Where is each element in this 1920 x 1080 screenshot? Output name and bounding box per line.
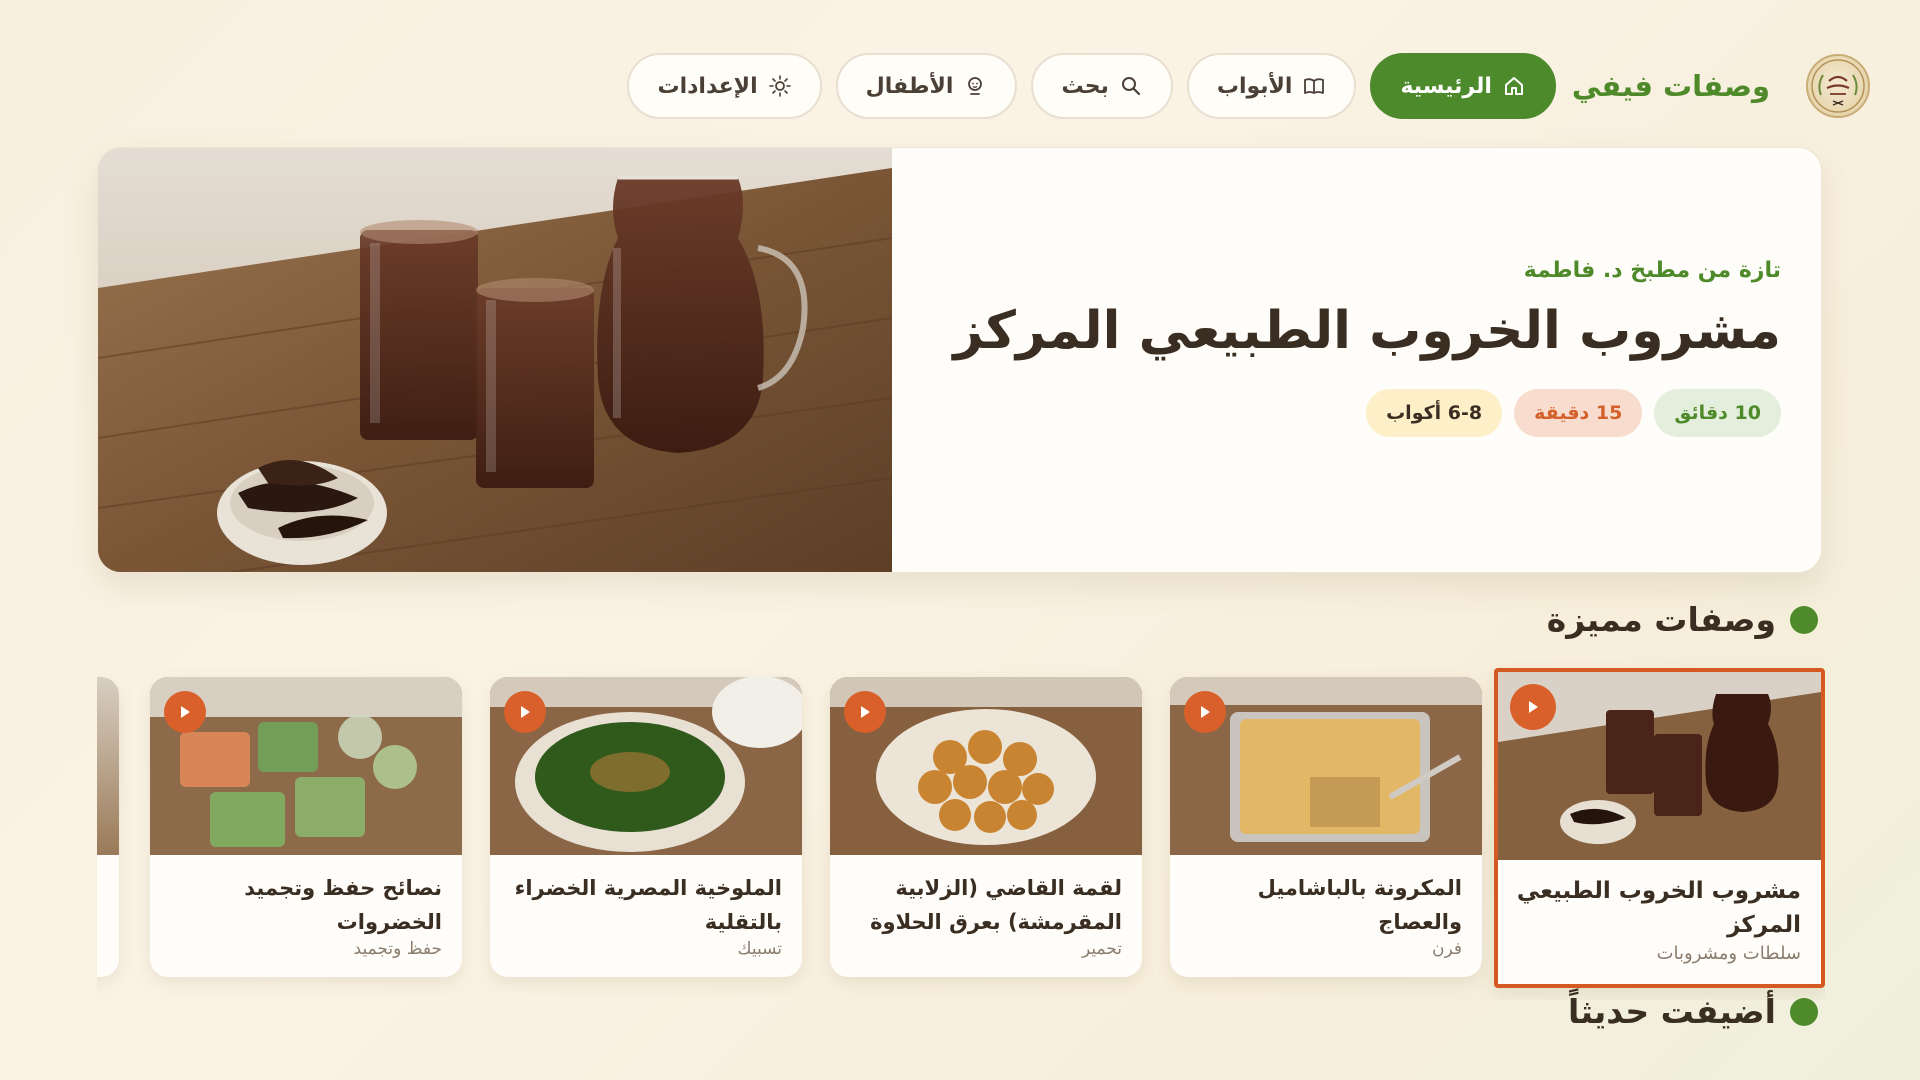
- recipe-card-category: حفظ وتجميد: [353, 939, 442, 959]
- hero-text-block: تازة من مطبخ د. فاطمة مشروب الخروب الطبي…: [953, 258, 1781, 437]
- nav-kids-button[interactable]: الأطفال: [835, 53, 1018, 119]
- sun-gear-icon: [768, 74, 792, 98]
- cook-time-chip: 15 دقيقة: [1514, 389, 1643, 437]
- recipe-card-thumbnail: [1498, 672, 1821, 860]
- play-video-button[interactable]: [1510, 684, 1556, 730]
- hero-meta-chips: 10 دقائق 15 دقيقة 6-8 أكواب: [953, 389, 1781, 437]
- prep-time-chip: 10 دقائق: [1654, 389, 1781, 437]
- recipe-card-title: لقمة القاضي (الزلابية المقرمشة) بعرق الح…: [870, 876, 1122, 934]
- hero-subtitle: تازة من مطبخ د. فاطمة: [1523, 258, 1781, 283]
- hero-featured-recipe[interactable]: تازة من مطبخ د. فاطمة مشروب الخروب الطبي…: [97, 147, 1822, 573]
- recipe-card-title: نصائح حفظ وتجميد الخضروات: [244, 876, 442, 934]
- recipe-card-selected[interactable]: مشروب الخروب الطبيعي المركز سلطات ومشروب…: [1494, 668, 1825, 988]
- recipe-card-thumbnail: [490, 677, 802, 855]
- recipe-card[interactable]: نصائح حفظ وتجميد الخضروات حفظ وتجميد: [150, 677, 462, 977]
- recipe-card-thumbnail: [97, 677, 119, 855]
- recipe-card-thumbnail: [1170, 677, 1482, 855]
- recent-section-heading: أضيفت حديثاً: [1568, 992, 1818, 1031]
- recipe-card-category: سلطات ومشروبات: [1656, 943, 1801, 964]
- nav-home-button[interactable]: الرئيسية: [1370, 53, 1556, 119]
- section-bullet-icon: [1790, 605, 1818, 634]
- recipe-card-category: فرن: [1432, 939, 1462, 959]
- hero-recipe-image: [98, 148, 892, 572]
- nav-home-label: الرئيسية: [1400, 73, 1492, 99]
- nav-settings-label: الإعدادات: [657, 73, 758, 99]
- nav-settings-button[interactable]: الإعدادات: [627, 53, 822, 119]
- recipe-card-thumbnail: [830, 677, 1142, 855]
- recipe-card-partial[interactable]: [97, 677, 119, 977]
- brand-name[interactable]: وصفات فيفي: [1572, 69, 1770, 103]
- brand-logo[interactable]: [1806, 54, 1870, 118]
- section-bullet-icon: [1790, 997, 1818, 1026]
- nav-sections-label: الأبواب: [1216, 73, 1293, 99]
- home-icon: [1502, 74, 1526, 98]
- recipe-card[interactable]: المكرونة بالباشاميل والعصاج فرن: [1170, 677, 1482, 977]
- play-icon: [521, 706, 530, 718]
- child-icon: [963, 74, 987, 98]
- recipe-card-thumbnail: [150, 677, 462, 855]
- featured-section-label: وصفات مميزة: [1546, 600, 1776, 639]
- featured-section-heading: وصفات مميزة: [1547, 600, 1818, 639]
- nav-kids-label: الأطفال: [865, 73, 954, 99]
- play-video-button[interactable]: [164, 691, 206, 733]
- recipe-card[interactable]: الملوخية المصرية الخضراء بالتقلية تسبيك: [490, 677, 802, 977]
- top-navigation: وصفات فيفي الرئيسية الأبواب بحث الأطفال …: [627, 52, 1870, 120]
- featured-recipes-carousel[interactable]: نصائح حفظ وتجميد الخضروات حفظ وتجميد الم…: [97, 660, 1825, 1000]
- servings-chip: 6-8 أكواب: [1366, 389, 1503, 437]
- play-icon: [1201, 706, 1210, 718]
- recipe-card-title: المكرونة بالباشاميل والعصاج: [1257, 876, 1462, 934]
- play-icon: [181, 706, 190, 718]
- recipe-card-category: تحمير: [1081, 939, 1122, 959]
- nav-search-label: بحث: [1061, 73, 1109, 99]
- search-icon: [1119, 74, 1143, 98]
- recipe-card-category: تسبيك: [737, 939, 782, 959]
- play-icon: [1529, 701, 1538, 713]
- book-icon: [1302, 74, 1326, 98]
- play-video-button[interactable]: [504, 691, 546, 733]
- play-video-button[interactable]: [844, 691, 886, 733]
- play-icon: [861, 706, 870, 718]
- play-video-button[interactable]: [1184, 691, 1226, 733]
- hero-title[interactable]: مشروب الخروب الطبيعي المركز: [953, 301, 1781, 361]
- fatma-seal-logo-icon: [1811, 59, 1865, 113]
- recipe-card[interactable]: لقمة القاضي (الزلابية المقرمشة) بعرق الح…: [830, 677, 1142, 977]
- recent-section-label: أضيفت حديثاً: [1568, 992, 1776, 1031]
- nav-search-button[interactable]: بحث: [1031, 53, 1173, 119]
- nav-sections-button[interactable]: الأبواب: [1186, 53, 1357, 119]
- recipe-card-title: مشروب الخروب الطبيعي المركز: [1516, 878, 1801, 938]
- recipe-card-title: الملوخية المصرية الخضراء بالتقلية: [514, 876, 782, 934]
